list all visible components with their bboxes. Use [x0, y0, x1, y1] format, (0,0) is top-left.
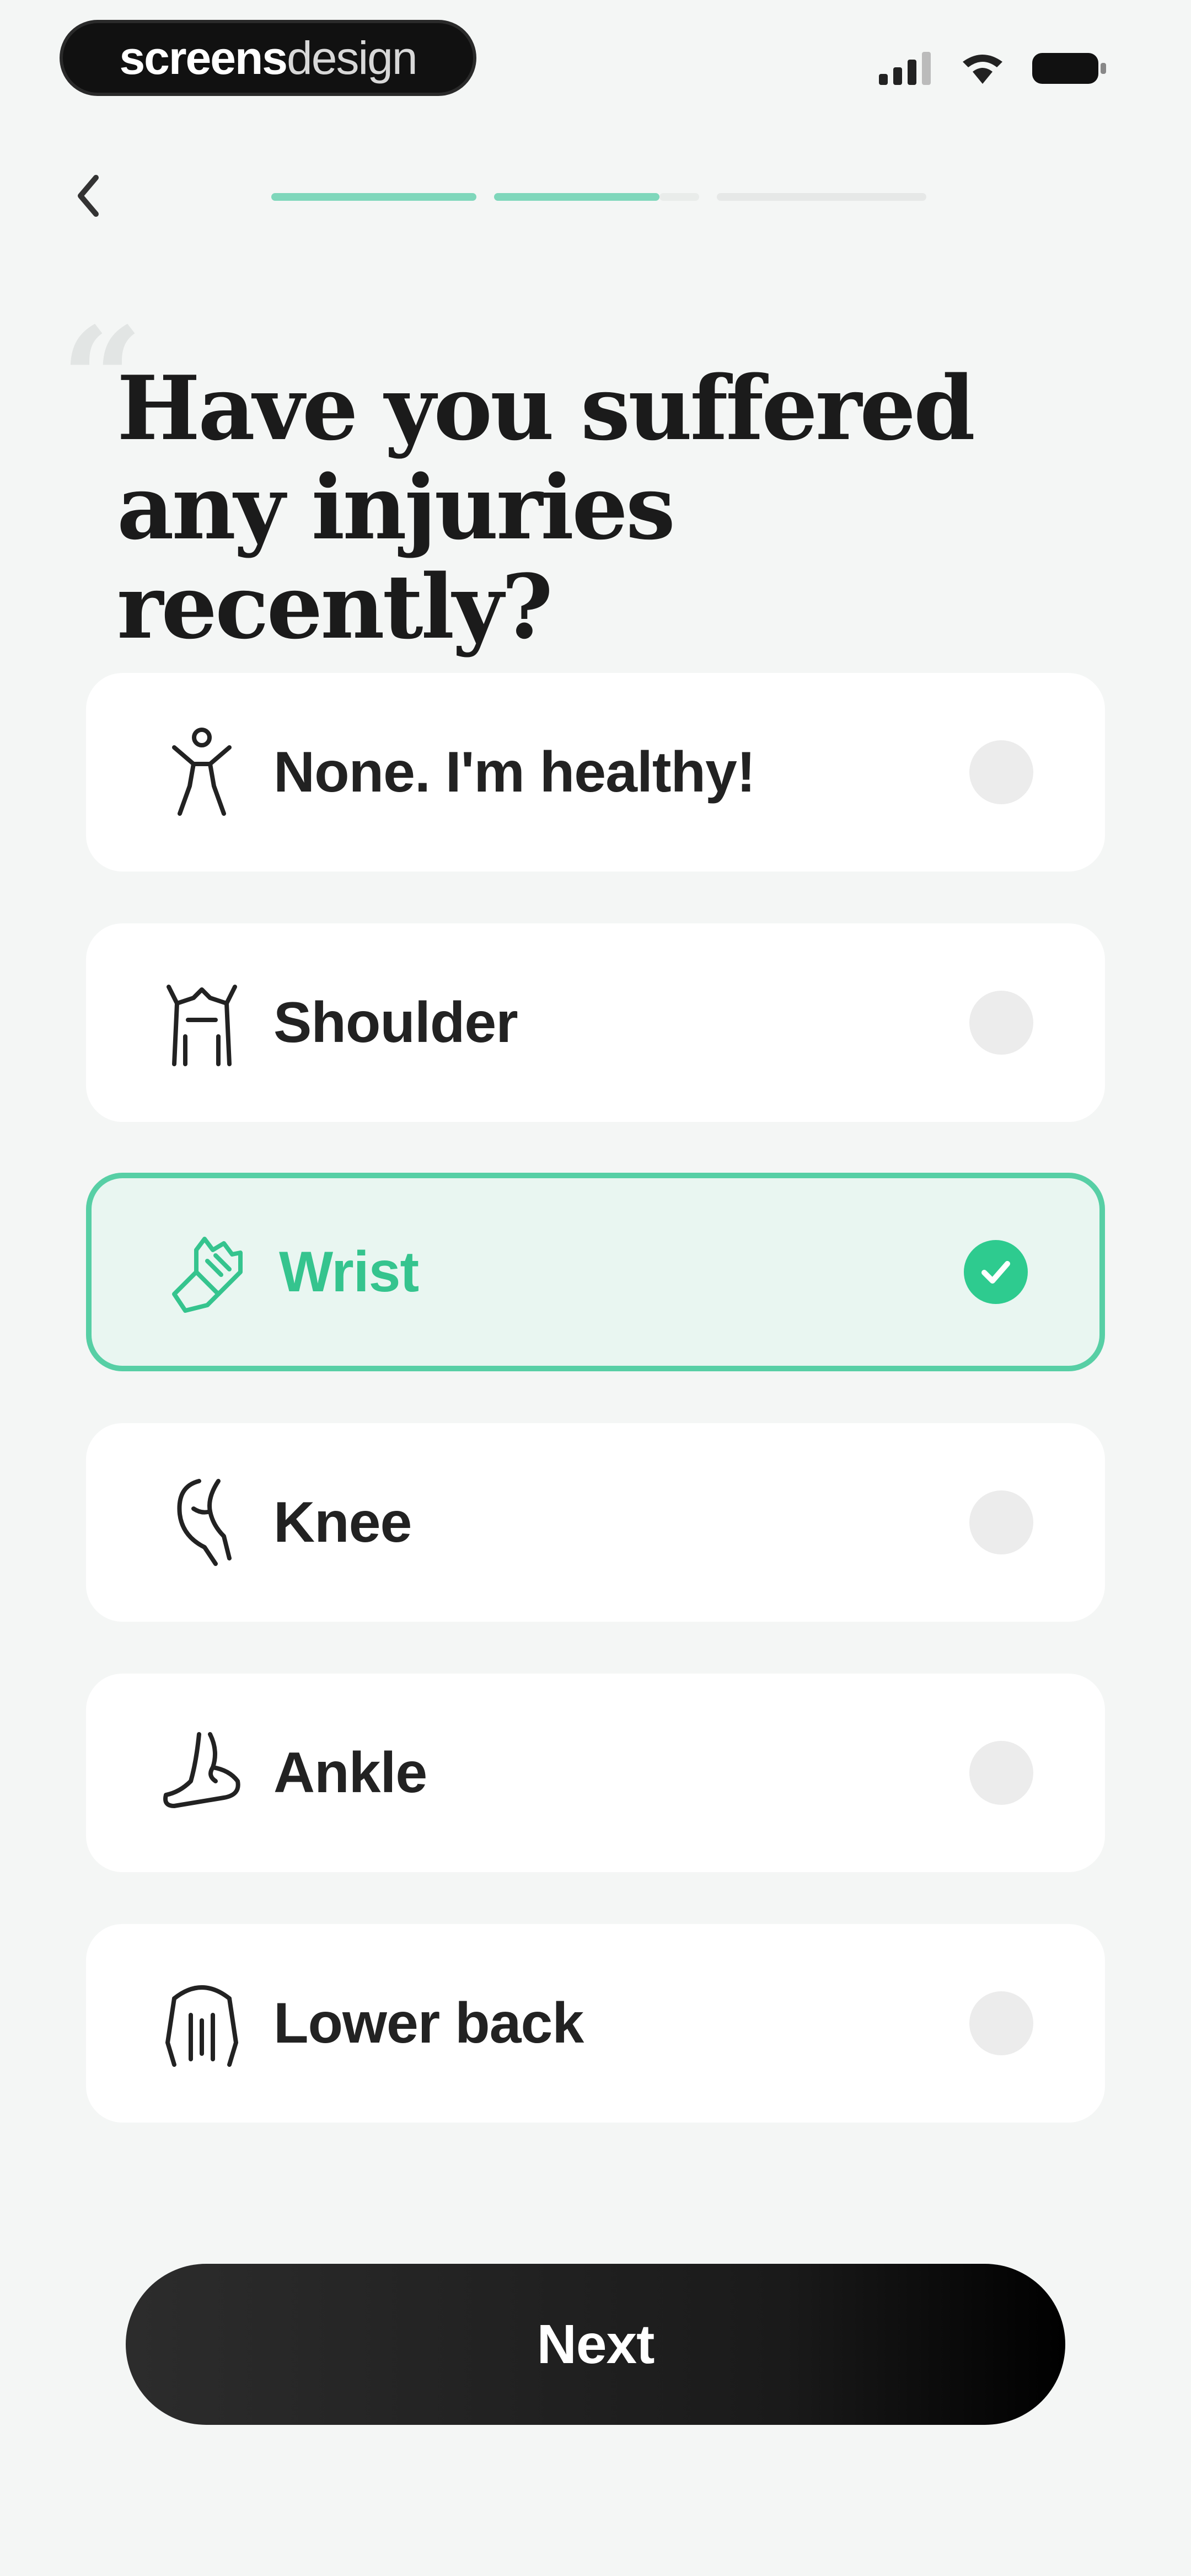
status-icons — [879, 46, 1108, 90]
option-wrist[interactable]: Wrist — [86, 1173, 1105, 1371]
ankle-icon — [152, 1723, 251, 1823]
signal-icon — [879, 52, 931, 85]
progress-step-2 — [494, 193, 659, 201]
option-label: Shoulder — [273, 990, 518, 1055]
progress-step-2-remaining — [659, 193, 699, 201]
brand-logo-right: design — [287, 31, 418, 84]
option-label: Wrist — [279, 1239, 419, 1304]
progress-step-3 — [717, 193, 926, 201]
brand-logo-left: screens — [119, 31, 288, 84]
progress-step-1 — [271, 193, 476, 201]
brand-logo: screens design — [60, 20, 476, 96]
option-label: Lower back — [273, 1991, 584, 2055]
option-lower-back[interactable]: Lower back — [86, 1924, 1105, 2123]
option-ankle[interactable]: Ankle — [86, 1674, 1105, 1872]
person-standing-icon — [152, 723, 251, 822]
check-icon — [981, 1261, 1010, 1284]
radio-unselected[interactable] — [969, 1991, 1033, 2055]
radio-unselected[interactable] — [969, 991, 1033, 1055]
option-label: Knee — [273, 1490, 412, 1554]
radio-unselected[interactable] — [969, 740, 1033, 804]
lower-back-icon — [152, 1974, 251, 2073]
wifi-icon — [963, 55, 1002, 84]
question-title: Have you suffered any injuries recently? — [117, 356, 975, 659]
chevron-left-icon — [78, 175, 99, 217]
knee-icon — [152, 1473, 251, 1572]
progress-bar — [271, 193, 926, 201]
radio-unselected[interactable] — [969, 1741, 1033, 1805]
option-none-healthy[interactable]: None. I'm healthy! — [86, 673, 1105, 872]
option-label: None. I'm healthy! — [273, 740, 756, 804]
onboarding-screen: screens design “ Have you suffered any in… — [0, 0, 1191, 2576]
shoulder-icon — [152, 973, 251, 1072]
radio-unselected[interactable] — [969, 1490, 1033, 1554]
back-button[interactable] — [66, 165, 110, 226]
option-shoulder[interactable]: Shoulder — [86, 923, 1105, 1122]
battery-icon — [1032, 53, 1106, 84]
radio-selected[interactable] — [964, 1240, 1028, 1304]
option-knee[interactable]: Knee — [86, 1423, 1105, 1622]
option-label: Ankle — [273, 1740, 427, 1805]
next-button[interactable]: Next — [126, 2264, 1065, 2425]
wrist-icon — [158, 1222, 257, 1322]
